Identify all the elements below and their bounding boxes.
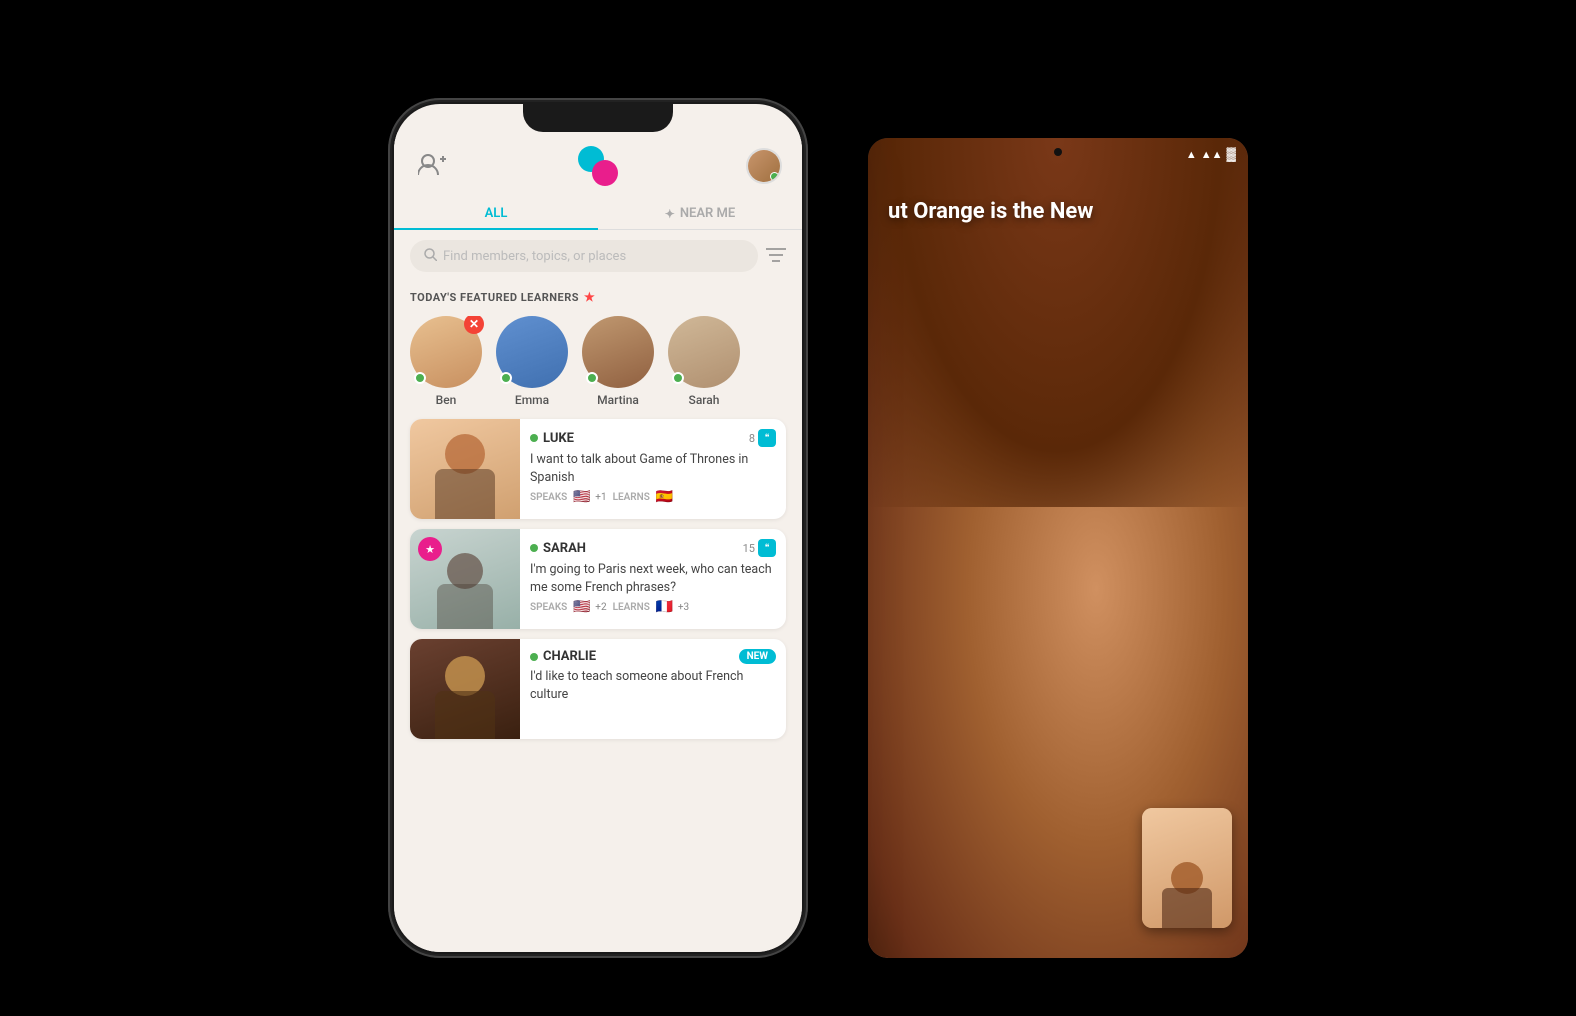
featured-avatar-wrap-sarah	[668, 316, 740, 388]
member-card-sarah[interactable]: ★ SARAH	[410, 529, 786, 629]
speaks-label: SPEAKS	[530, 492, 567, 503]
ben-online-dot	[414, 372, 426, 384]
search-icon	[424, 248, 437, 264]
sarah-description: I'm going to Paris next week, who can te…	[530, 561, 776, 596]
learns-label: LEARNS	[613, 492, 650, 503]
location-icon: ✦	[665, 207, 675, 221]
featured-star-icon: ★	[584, 290, 595, 304]
member-name-row-charlie: CHARLIE NEW	[530, 649, 776, 664]
member-name-luke: LUKE	[530, 431, 574, 446]
phone-right-inner: ▲ ▲▲ ▓ ut Orange is the New	[868, 138, 1248, 958]
sarah-languages: SPEAKS 🇺🇸 +2 LEARNS 🇫🇷 +3	[530, 602, 776, 613]
search-placeholder: Find members, topics, or places	[443, 249, 626, 264]
featured-avatar-wrap-emma	[496, 316, 568, 388]
video-title: ut Orange is the New	[888, 198, 1228, 227]
search-input-wrap[interactable]: Find members, topics, or places	[410, 240, 758, 272]
members-list: LUKE 8 ❝ I want to talk about Game of Th…	[394, 411, 802, 747]
member-photo-charlie	[410, 639, 520, 739]
tab-all[interactable]: ALL	[394, 196, 598, 229]
featured-name-emma: Emma	[515, 393, 549, 407]
header-avatar[interactable]	[746, 148, 782, 184]
phone-left-inner: ALL ✦ NEAR ME	[394, 104, 802, 952]
sarah-speaks-label: SPEAKS	[530, 602, 567, 613]
featured-person-ben[interactable]: ✕ Ben	[410, 316, 482, 407]
luke-speaks-plus: +1	[595, 492, 606, 503]
phone-screen: ALL ✦ NEAR ME	[394, 132, 802, 952]
video-thumbnail[interactable]	[1142, 808, 1232, 928]
member-photo-luke	[410, 419, 520, 519]
sarah-learns-plus: +3	[678, 602, 689, 613]
featured-avatars: ✕ Ben	[410, 316, 786, 407]
filter-icon[interactable]	[766, 247, 786, 266]
app-header	[394, 132, 802, 196]
sarah-speaks-flag: 🇺🇸	[573, 602, 589, 613]
member-name-row-sarah: SARAH 15 ❝	[530, 539, 776, 557]
martina-online-dot	[586, 372, 598, 384]
sarah-learns-flag: 🇫🇷	[656, 602, 672, 613]
video-overlay-text: ut Orange is the New	[888, 198, 1228, 227]
logo-shape	[576, 144, 620, 188]
featured-name-martina: Martina	[597, 393, 639, 407]
member-info-sarah: SARAH 15 ❝ I'm going to Paris next week,…	[520, 529, 786, 629]
phone-notch	[523, 104, 673, 132]
sarah-online-dot-card	[530, 544, 538, 552]
sarah-speaks-plus: +2	[595, 602, 606, 613]
featured-avatar-wrap-ben: ✕	[410, 316, 482, 388]
luke-count-badge: 8 ❝	[749, 429, 776, 447]
charlie-online-dot	[530, 653, 538, 661]
luke-languages: SPEAKS 🇺🇸 +1 LEARNS 🇪🇸	[530, 492, 776, 503]
sarah-online-dot	[672, 372, 684, 384]
emma-online-dot	[500, 372, 512, 384]
member-name-charlie: CHARLIE	[530, 649, 596, 664]
video-screen: ut Orange is the New	[868, 138, 1248, 958]
sarah-star-badge: ★	[418, 537, 442, 561]
member-name-sarah: SARAH	[530, 541, 586, 556]
search-bar: Find members, topics, or places	[394, 230, 802, 282]
tab-all-label: ALL	[485, 206, 508, 221]
member-card-charlie[interactable]: CHARLIE NEW I'd like to teach someone ab…	[410, 639, 786, 739]
sarah-count-badge: 15 ❝	[743, 539, 776, 557]
member-info-luke: LUKE 8 ❝ I want to talk about Game of Th…	[520, 419, 786, 519]
phones-container: ALL ✦ NEAR ME	[388, 58, 1188, 958]
add-user-button[interactable]	[414, 148, 450, 184]
featured-person-sarah-featured[interactable]: Sarah	[668, 316, 740, 407]
avatar-online-indicator	[770, 172, 779, 181]
tab-near-me-label: NEAR ME	[680, 206, 735, 221]
featured-name-ben: Ben	[436, 393, 457, 407]
luke-speaks-flag: 🇺🇸	[573, 492, 589, 503]
charlie-description: I'd like to teach someone about French c…	[530, 668, 776, 703]
member-name-row-luke: LUKE 8 ❝	[530, 429, 776, 447]
featured-person-emma[interactable]: Emma	[496, 316, 568, 407]
member-photo-sarah: ★	[410, 529, 520, 629]
logo-pink-circle	[592, 160, 618, 186]
featured-title-text: TODAY'S FEATURED LEARNERS	[410, 291, 579, 304]
member-info-charlie: CHARLIE NEW I'd like to teach someone ab…	[520, 639, 786, 739]
charlie-new-badge: NEW	[739, 649, 776, 664]
wifi-icon: ▲	[1186, 148, 1197, 161]
remove-btn-ben[interactable]: ✕	[464, 316, 484, 334]
signal-icon: ▲▲	[1201, 148, 1223, 161]
luke-learns-flag: 🇪🇸	[656, 492, 672, 503]
quote-icon-sarah: ❝	[758, 539, 776, 557]
android-status-bar: ▲ ▲▲ ▓	[1186, 146, 1236, 162]
featured-section: TODAY'S FEATURED LEARNERS ★ ✕	[394, 282, 802, 411]
android-front-camera	[1054, 148, 1062, 156]
luke-online-dot	[530, 434, 538, 442]
featured-person-martina[interactable]: Martina	[582, 316, 654, 407]
phone-left: ALL ✦ NEAR ME	[388, 98, 808, 958]
luke-description: I want to talk about Game of Thrones in …	[530, 451, 776, 486]
quote-icon-luke: ❝	[758, 429, 776, 447]
add-user-icon	[418, 153, 446, 180]
app-logo	[576, 144, 620, 188]
phone-right: ▲ ▲▲ ▓ ut Orange is the New	[868, 138, 1248, 958]
sarah-learns-label: LEARNS	[613, 602, 650, 613]
featured-avatar-wrap-martina	[582, 316, 654, 388]
featured-name-sarah: Sarah	[689, 393, 720, 407]
featured-title: TODAY'S FEATURED LEARNERS ★	[410, 290, 786, 304]
tab-near-me[interactable]: ✦ NEAR ME	[598, 196, 802, 229]
video-hair	[868, 138, 1248, 507]
battery-icon: ▓	[1227, 146, 1236, 162]
member-card-luke[interactable]: LUKE 8 ❝ I want to talk about Game of Th…	[410, 419, 786, 519]
app-tabs: ALL ✦ NEAR ME	[394, 196, 802, 230]
